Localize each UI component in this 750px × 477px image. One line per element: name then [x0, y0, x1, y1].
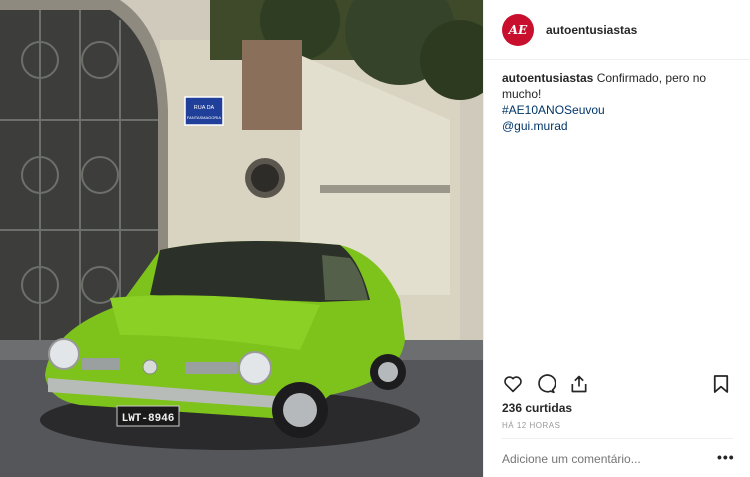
caption-mention[interactable]: @gui.murad: [502, 118, 742, 134]
heart-icon[interactable]: [502, 373, 524, 395]
divider: [502, 438, 733, 439]
header-username[interactable]: autoentusiastas: [546, 23, 637, 37]
street-sign-line1: RUA DA: [194, 105, 215, 111]
post-header: AE autoentusiastas: [484, 0, 750, 60]
caption-username[interactable]: autoentusiastas: [502, 71, 593, 85]
car-photo-illustration: RUA DA FANTASMAGORIA LWT-8946: [0, 0, 483, 477]
street-sign-line2: FANTASMAGORIA: [187, 115, 221, 120]
instagram-post: RUA DA FANTASMAGORIA LWT-8946 AE autoent…: [0, 0, 750, 477]
post-sidebar: AE autoentusiastas autoentusiastas Confi…: [483, 0, 750, 477]
caption-hashtag[interactable]: #AE10ANOSeuvou: [502, 102, 742, 118]
post-timestamp[interactable]: HÁ 12 HORAS: [502, 421, 560, 430]
avatar-text: AE: [508, 22, 528, 37]
speech-bubble-icon[interactable]: [535, 373, 557, 395]
share-icon[interactable]: [568, 373, 590, 395]
likes-count[interactable]: 236 curtidas: [502, 401, 572, 415]
avatar[interactable]: AE: [502, 13, 534, 46]
post-photo[interactable]: RUA DA FANTASMAGORIA LWT-8946: [0, 0, 483, 477]
bookmark-icon[interactable]: [710, 373, 732, 395]
post-caption: autoentusiastas Confirmado, pero no much…: [502, 70, 742, 134]
more-options-icon[interactable]: •••: [717, 450, 735, 464]
license-plate-text: LWT-8946: [122, 413, 175, 425]
action-bar: [502, 372, 732, 396]
comment-input[interactable]: [502, 451, 722, 467]
